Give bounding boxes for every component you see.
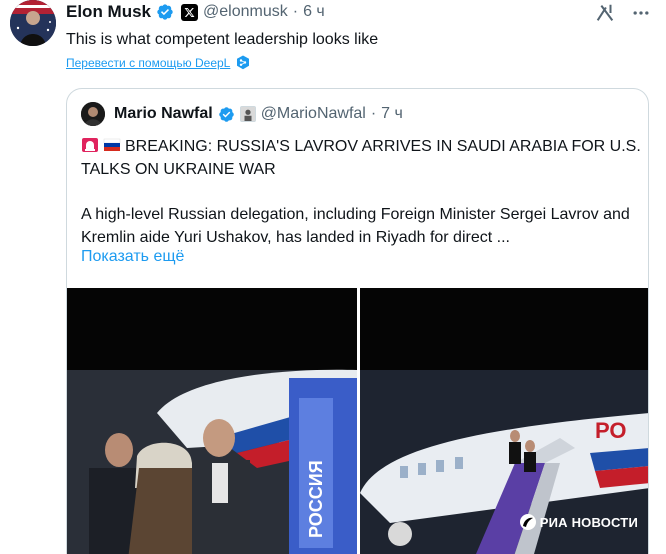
quoted-headline: BREAKING: RUSSIA'S LAVROV ARRIVES IN SAU… bbox=[81, 135, 641, 181]
headline-text: BREAKING: RUSSIA'S LAVROV ARRIVES IN SAU… bbox=[81, 138, 641, 178]
author-name[interactable]: Elon Musk bbox=[66, 2, 151, 22]
russia-flag-icon bbox=[103, 137, 121, 153]
ria-novosti-watermark: РИА НОВОСТИ bbox=[519, 514, 638, 530]
quoted-author-name[interactable]: Mario Nawfal bbox=[114, 105, 213, 123]
verified-badge-icon bbox=[156, 3, 174, 21]
quoted-tweet[interactable]: Mario Nawfal @MarioNawfal · 7 ч BREAKING… bbox=[66, 88, 649, 554]
tweet-header: Elon Musk @elonmusk · 6 ч bbox=[66, 0, 325, 24]
quoted-author-handle[interactable]: @MarioNawfal bbox=[261, 105, 366, 123]
timestamp[interactable]: 6 ч bbox=[303, 3, 325, 21]
translate-link[interactable]: Перевести с помощью DeepL bbox=[66, 56, 230, 70]
separator-dot: · bbox=[370, 105, 377, 122]
ria-watermark-text: РИА НОВОСТИ bbox=[539, 514, 638, 530]
grok-icon[interactable] bbox=[594, 2, 616, 24]
tweet[interactable]: Elon Musk @elonmusk · 6 ч This is what c… bbox=[0, 0, 666, 554]
media-grid: РОССИЯ РО РИА НОВОСТИ bbox=[67, 288, 648, 554]
deepl-icon bbox=[236, 55, 250, 70]
photo-lavrov-arrival[interactable]: РОССИЯ bbox=[67, 288, 357, 554]
siren-icon bbox=[81, 137, 99, 153]
plane-livery-text: РО bbox=[595, 418, 627, 443]
x-logo-icon bbox=[181, 3, 199, 21]
quoted-timestamp[interactable]: 7 ч bbox=[381, 105, 403, 123]
quoted-body: A high-level Russian delegation, includi… bbox=[81, 206, 630, 246]
avatar[interactable] bbox=[10, 0, 56, 46]
mic-flag-label: РОССИЯ bbox=[306, 460, 326, 538]
quoted-avatar[interactable] bbox=[81, 102, 105, 126]
show-more-link[interactable]: Показать ещё bbox=[81, 248, 184, 266]
separator-dot: · bbox=[292, 3, 299, 20]
verified-badge-icon bbox=[218, 106, 235, 123]
affiliate-badge-icon bbox=[239, 106, 256, 122]
ria-logo-icon bbox=[519, 514, 536, 530]
quoted-header: Mario Nawfal @MarioNawfal · 7 ч bbox=[81, 101, 403, 127]
photo-plane-stairs[interactable]: РО РИА НОВОСТИ bbox=[360, 288, 648, 554]
translate-row: Перевести с помощью DeepL bbox=[66, 55, 250, 70]
author-handle[interactable]: @elonmusk bbox=[203, 3, 288, 21]
more-dots-icon[interactable] bbox=[630, 2, 652, 24]
tweet-text: This is what competent leadership looks … bbox=[66, 31, 379, 48]
